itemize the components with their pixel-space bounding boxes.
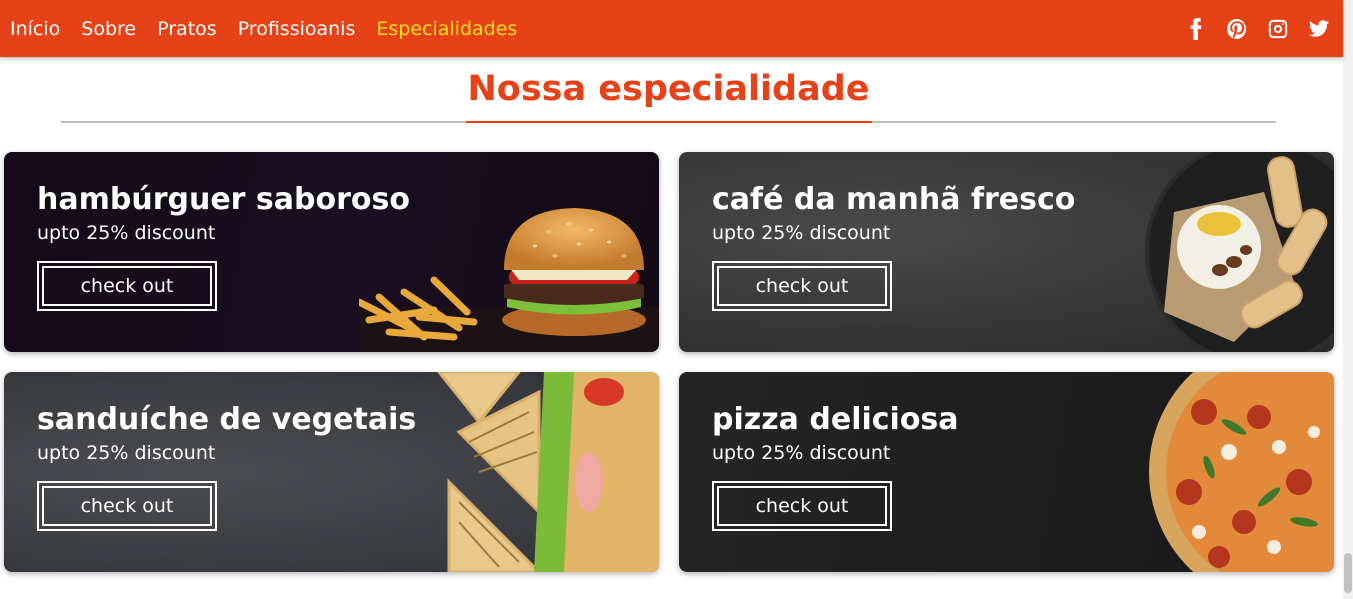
card-content: café da manhã fresco upto 25% discount c… xyxy=(712,180,1075,311)
pinterest-icon[interactable] xyxy=(1226,18,1248,40)
check-out-label: check out xyxy=(42,486,212,526)
card-content: sanduíche de vegetais upto 25% discount … xyxy=(37,400,416,531)
card-title: hambúrguer saboroso xyxy=(37,182,410,217)
specialty-card-breakfast: café da manhã fresco upto 25% discount c… xyxy=(679,152,1334,352)
pizza-image xyxy=(1149,372,1334,572)
check-out-button[interactable]: check out xyxy=(712,261,892,311)
nav-link-especialidades[interactable]: Especialidades xyxy=(376,18,517,40)
facebook-icon[interactable] xyxy=(1185,17,1207,40)
card-content: pizza deliciosa upto 25% discount check … xyxy=(712,400,959,531)
instagram-icon[interactable] xyxy=(1267,18,1289,40)
nav-link-sobre[interactable]: Sobre xyxy=(81,18,136,40)
nav-link-inicio[interactable]: Início xyxy=(10,18,60,40)
card-discount: upto 25% discount xyxy=(712,442,891,464)
card-title: sanduíche de vegetais xyxy=(37,402,417,437)
card-title: café da manhã fresco xyxy=(712,182,1076,217)
section-title: Nossa especialidade xyxy=(465,57,872,123)
card-discount: upto 25% discount xyxy=(37,442,216,464)
breakfast-plate-image xyxy=(1145,152,1334,352)
check-out-button[interactable]: check out xyxy=(712,481,892,531)
section-header: Nossa especialidade xyxy=(61,57,1276,123)
scrollbar-thumb[interactable] xyxy=(1344,553,1352,593)
check-out-label: check out xyxy=(717,486,887,526)
specialty-card-sandwich: sanduíche de vegetais upto 25% discount … xyxy=(4,372,659,572)
card-discount: upto 25% discount xyxy=(712,222,891,244)
specialty-card-burger: hambúrguer saboroso upto 25% discount ch… xyxy=(4,152,659,352)
card-content: hambúrguer saboroso upto 25% discount ch… xyxy=(37,180,410,311)
card-discount: upto 25% discount xyxy=(37,222,216,244)
check-out-button[interactable]: check out xyxy=(37,261,217,311)
twitter-icon[interactable] xyxy=(1308,18,1330,40)
nav-link-profissionais[interactable]: Profissioanis xyxy=(238,18,356,40)
top-navbar: Início Sobre Pratos Profissioanis Especi… xyxy=(0,0,1343,57)
check-out-button[interactable]: check out xyxy=(37,481,217,531)
social-links xyxy=(1166,17,1343,40)
nav-link-pratos[interactable]: Pratos xyxy=(157,18,217,40)
card-title: pizza deliciosa xyxy=(712,402,959,437)
page-scrollbar[interactable] xyxy=(1343,0,1353,599)
specialty-card-pizza: pizza deliciosa upto 25% discount check … xyxy=(679,372,1334,572)
check-out-label: check out xyxy=(42,266,212,306)
check-out-label: check out xyxy=(717,266,887,306)
nav-links: Início Sobre Pratos Profissioanis Especi… xyxy=(0,18,538,40)
